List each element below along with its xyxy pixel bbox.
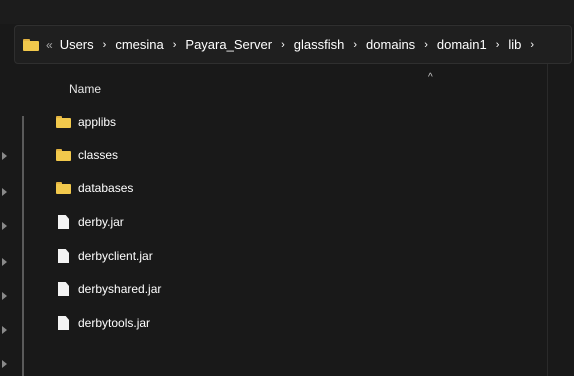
file-icon (58, 249, 69, 263)
chevron-right-icon[interactable]: › (173, 39, 177, 51)
list-item[interactable]: derby.jar (56, 212, 124, 232)
expand-arrow-icon[interactable] (2, 326, 7, 334)
chevron-right-icon[interactable]: › (530, 39, 534, 51)
file-name: databases (78, 181, 134, 195)
list-item[interactable]: derbyclient.jar (56, 246, 153, 266)
chevron-right-icon[interactable]: › (353, 39, 357, 51)
chevron-right-icon[interactable]: › (496, 39, 500, 51)
list-item[interactable]: derbyshared.jar (56, 279, 161, 299)
breadcrumb-glassfish[interactable]: glassfish (294, 37, 345, 52)
breadcrumb-users[interactable]: Users (60, 37, 94, 52)
list-item[interactable]: classes (56, 145, 118, 165)
file-name: derbytools.jar (78, 316, 151, 330)
folder-icon (56, 182, 71, 194)
breadcrumb-payara-server[interactable]: Payara_Server (185, 37, 272, 52)
expand-arrow-icon[interactable] (2, 258, 7, 266)
file-name: derby.jar (78, 215, 124, 229)
breadcrumb-lib[interactable]: lib (508, 37, 521, 52)
navigation-pane-scroll-indicator (22, 116, 24, 376)
window-top-strip (0, 0, 574, 24)
chevron-right-icon[interactable]: › (281, 39, 285, 51)
list-item[interactable]: derbytools.jar (56, 313, 150, 333)
pane-divider (547, 64, 548, 376)
file-icon (58, 316, 69, 330)
file-name: applibs (78, 115, 117, 129)
file-icon (58, 282, 69, 296)
expand-arrow-icon[interactable] (2, 152, 7, 160)
breadcrumb-domains[interactable]: domains (366, 37, 415, 52)
sort-ascending-icon[interactable]: ^ (428, 72, 433, 83)
file-name: derbyshared.jar (78, 282, 162, 296)
folder-icon (56, 149, 71, 161)
list-item[interactable]: applibs (56, 112, 116, 132)
expand-arrow-icon[interactable] (2, 292, 7, 300)
address-bar[interactable]: « Users › cmesina › Payara_Server › glas… (14, 25, 572, 64)
file-icon (58, 215, 69, 229)
breadcrumb-cmesina[interactable]: cmesina (115, 37, 163, 52)
expand-arrow-icon[interactable] (2, 222, 7, 230)
folder-icon (23, 38, 39, 51)
file-name: classes (78, 148, 119, 162)
chevron-right-icon[interactable]: › (103, 39, 107, 51)
expand-arrow-icon[interactable] (2, 188, 7, 196)
breadcrumb-overflow-button[interactable]: « (46, 38, 53, 52)
expand-arrow-icon[interactable] (2, 360, 7, 368)
breadcrumb-domain1[interactable]: domain1 (437, 37, 487, 52)
list-item[interactable]: databases (56, 178, 133, 198)
folder-icon (56, 116, 71, 128)
chevron-right-icon[interactable]: › (424, 39, 428, 51)
file-name: derbyclient.jar (78, 249, 153, 263)
column-header-name[interactable]: Name (69, 82, 101, 96)
